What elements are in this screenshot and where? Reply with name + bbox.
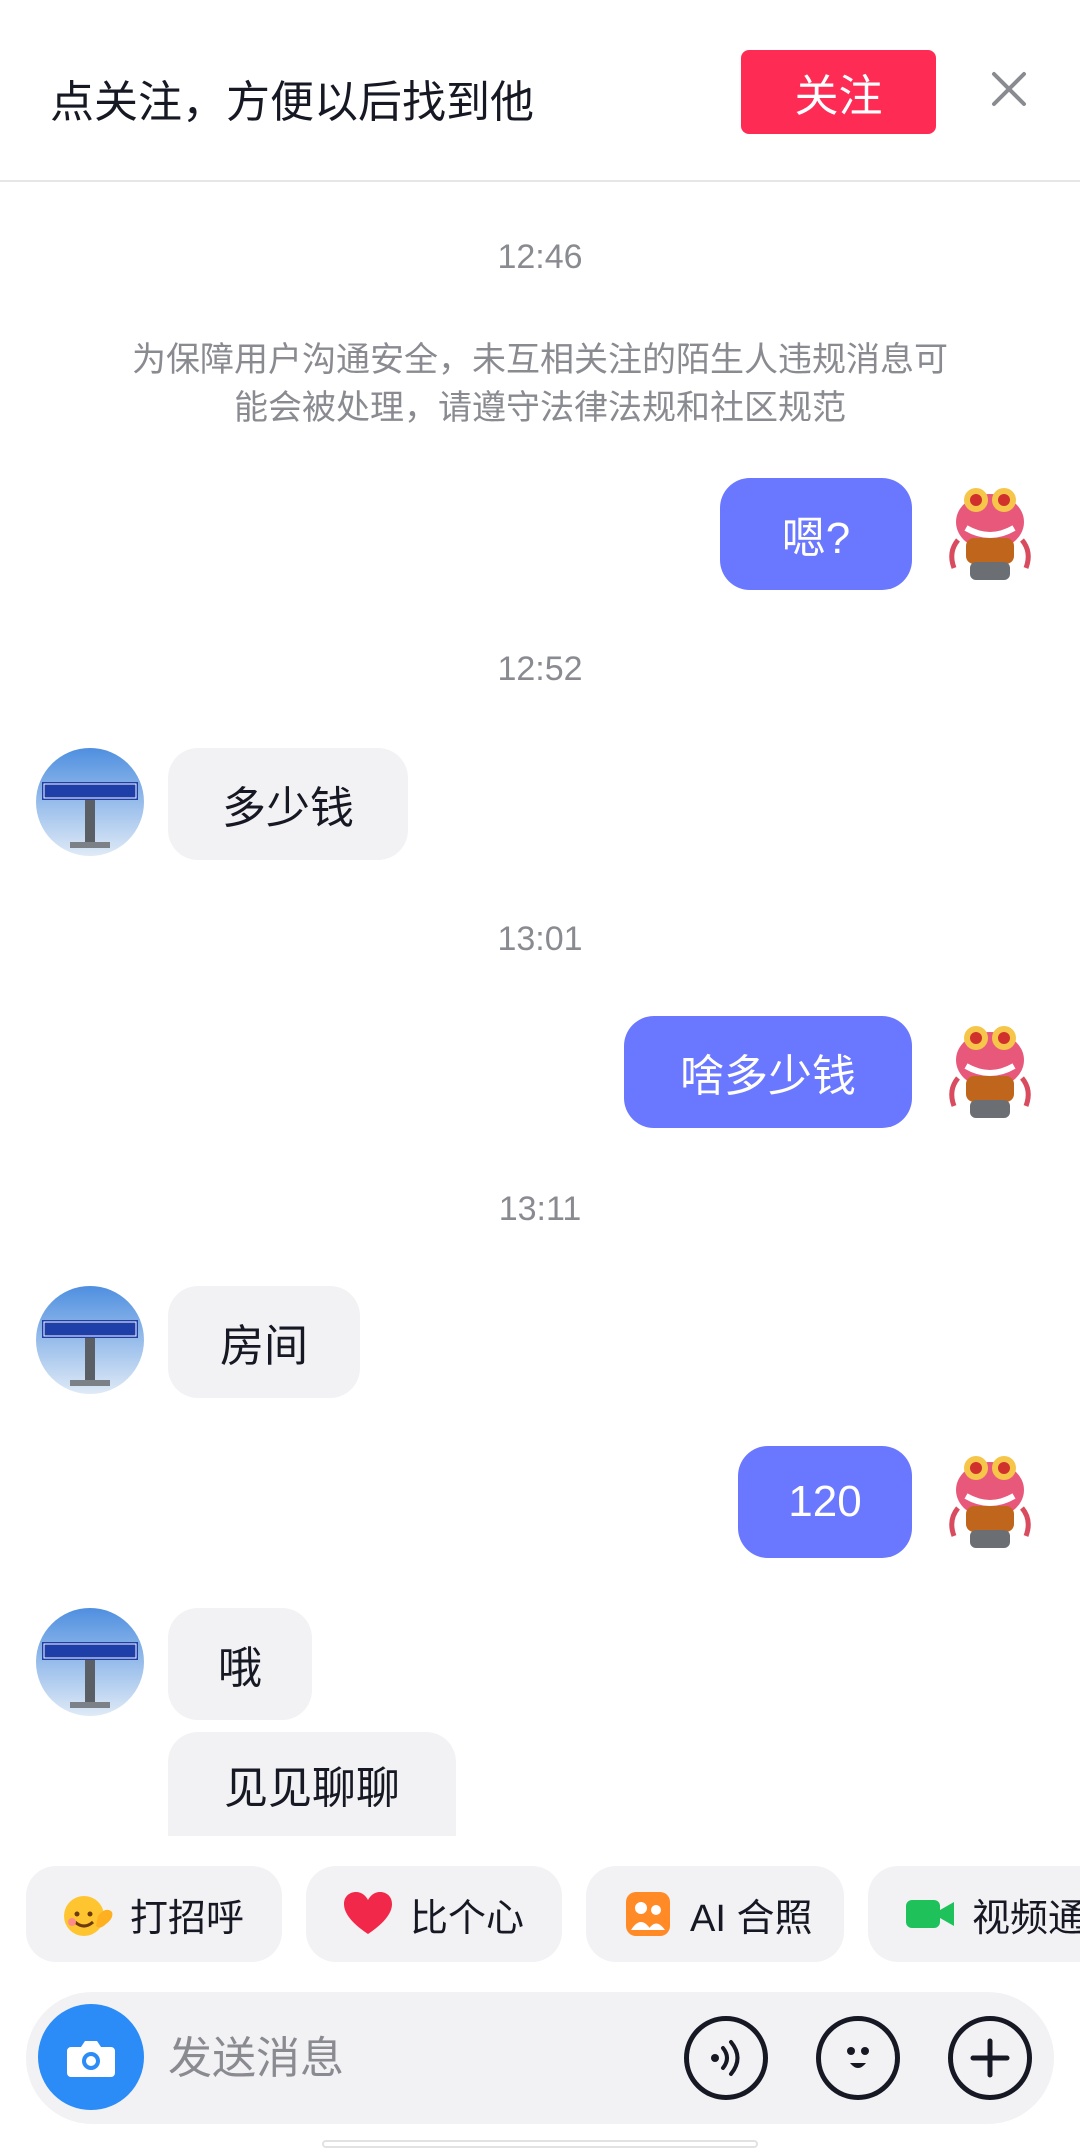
- camera-icon: [67, 2041, 115, 2077]
- quick-reply-label: 打招呼: [130, 1897, 245, 1940]
- heart-icon: [340, 1886, 396, 1942]
- message-bubble-sent[interactable]: 啥多少钱: [624, 1016, 912, 1128]
- safety-notice: 为保障用户沟通安全，未互相关注的陌生人违规消息可能会被处理，请遵守法律法规和社区…: [132, 341, 948, 427]
- emoji-button[interactable]: [816, 2016, 900, 2100]
- message-bubble-received[interactable]: 哦: [168, 1608, 312, 1720]
- quick-reply-ai-photo[interactable]: AI 合照: [586, 1866, 844, 1962]
- follow-prompt-text: 点关注，方便以后找到他: [50, 78, 534, 127]
- quick-reply-video-call[interactable]: 视频通: [868, 1866, 1080, 1962]
- timestamp: 13:11: [498, 1190, 582, 1228]
- more-button[interactable]: [948, 2016, 1032, 2100]
- video-call-icon: [902, 1886, 958, 1942]
- quick-reply-label: 比个心: [410, 1897, 525, 1940]
- my-avatar[interactable]: [936, 1446, 1044, 1554]
- timestamp: 12:52: [497, 650, 583, 688]
- message-bubble-received[interactable]: 房间: [168, 1286, 360, 1398]
- message-bubble-sent[interactable]: 嗯?: [720, 478, 912, 590]
- quick-reply-bar: 打招呼 比个心 AI 合照 视频通: [0, 1866, 1080, 1962]
- message-bubble-received[interactable]: 见见聊聊: [168, 1732, 456, 1836]
- timestamp: 13:01: [497, 920, 583, 958]
- message-bubble-received[interactable]: 多少钱: [168, 748, 408, 860]
- plus-icon: [970, 2038, 1010, 2078]
- voice-button[interactable]: [684, 2016, 768, 2100]
- wave-hand-emoji-icon: [60, 1886, 116, 1942]
- follow-banner: 点关注，方便以后找到他 关注: [0, 0, 1080, 182]
- message-input-bar: [26, 1992, 1054, 2124]
- camera-button[interactable]: [38, 2004, 144, 2110]
- contact-avatar[interactable]: [36, 1608, 144, 1716]
- contact-avatar[interactable]: [36, 748, 144, 856]
- message-bubble-sent[interactable]: 120: [738, 1446, 912, 1558]
- ai-photo-icon: [620, 1886, 676, 1942]
- contact-avatar[interactable]: [36, 1286, 144, 1394]
- quick-reply-label: 视频通: [972, 1897, 1080, 1940]
- message-input[interactable]: [166, 2022, 670, 2096]
- follow-button[interactable]: 关注: [741, 50, 936, 134]
- close-icon[interactable]: [990, 70, 1028, 108]
- my-avatar[interactable]: [936, 1016, 1044, 1124]
- quick-reply-heart[interactable]: 比个心: [306, 1866, 562, 1962]
- home-indicator: [322, 2140, 758, 2148]
- timestamp: 12:46: [497, 238, 583, 276]
- quick-reply-greet[interactable]: 打招呼: [26, 1866, 282, 1962]
- emoji-icon: [847, 2047, 869, 2068]
- my-avatar[interactable]: [936, 478, 1044, 586]
- quick-reply-label: AI 合照: [690, 1897, 813, 1940]
- voice-icon: [711, 2040, 740, 2076]
